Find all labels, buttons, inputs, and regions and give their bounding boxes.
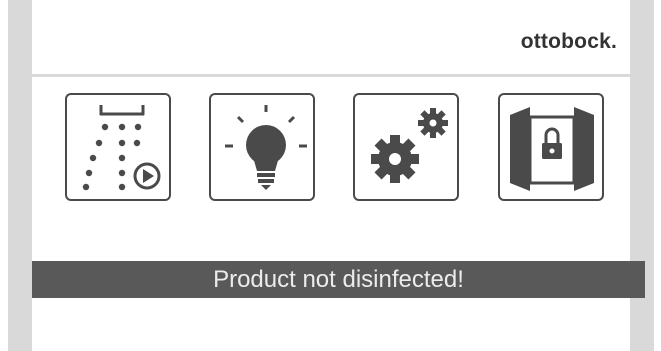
left-side-bar xyxy=(8,0,32,351)
settings-button[interactable] xyxy=(353,93,459,201)
right-side-bar xyxy=(630,0,654,351)
door-lock-button[interactable] xyxy=(498,93,604,201)
status-message: Product not disinfected! xyxy=(213,265,464,293)
light-bulb-icon xyxy=(225,105,307,190)
door-lock-icon xyxy=(510,107,594,191)
settings-gears-icon xyxy=(371,108,448,183)
light-button[interactable] xyxy=(209,93,315,201)
status-bar: Product not disinfected! xyxy=(32,261,645,298)
disinfection-start-button[interactable] xyxy=(65,93,171,201)
disinfection-spray-play-icon xyxy=(82,105,161,191)
ottobock-logo: ottobock. xyxy=(520,30,617,53)
header-divider xyxy=(32,74,630,77)
